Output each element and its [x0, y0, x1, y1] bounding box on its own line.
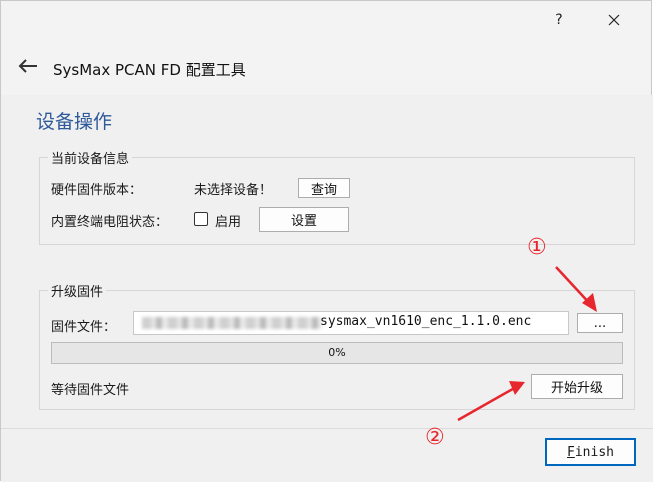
upgrade-progress-bar: 0% [51, 342, 623, 364]
firmware-upgrade-group: 升级固件 固件文件： sysmax_vn1610_enc_1.1.0.enc .… [39, 281, 635, 410]
firmware-file-input[interactable]: sysmax_vn1610_enc_1.1.0.enc [133, 311, 569, 335]
close-icon [608, 14, 620, 26]
page-content: 设备操作 当前设备信息 硬件固件版本： 未选择设备！ 查询 内置终端电阻状态： … [1, 95, 653, 428]
back-button[interactable] [17, 57, 41, 77]
firmware-file-label: 固件文件： [51, 320, 117, 335]
firmware-version-label: 硬件固件版本： [51, 183, 143, 198]
termination-status-label: 内置终端电阻状态： [51, 215, 169, 230]
redacted-path [142, 317, 322, 329]
finish-label: inish [574, 444, 614, 460]
wizard-footer: Finish [1, 428, 653, 482]
page-heading: 设备操作 [36, 111, 113, 133]
finish-button[interactable]: Finish [545, 438, 636, 466]
progress-text: 0% [328, 346, 346, 359]
close-button[interactable] [591, 1, 637, 39]
back-arrow-icon [18, 59, 37, 73]
annotation-marker-1: ① [527, 235, 547, 260]
device-info-group: 当前设备信息 硬件固件版本： 未选择设备！ 查询 内置终端电阻状态： 启用 设置 [39, 148, 635, 245]
enable-checkbox[interactable] [194, 212, 208, 226]
browse-button[interactable]: ... [577, 313, 623, 333]
wizard-header: SysMax PCAN FD 配置工具 [1, 39, 653, 95]
firmware-version-value: 未选择设备！ [194, 183, 273, 198]
finish-mnemonic: F [567, 444, 575, 460]
upgrade-status-text: 等待固件文件 [51, 383, 130, 398]
help-button[interactable]: ? [536, 1, 582, 39]
annotation-marker-2: ② [425, 425, 445, 450]
start-upgrade-button[interactable]: 开始升级 [531, 374, 623, 399]
enable-checkbox-label: 启用 [215, 215, 242, 230]
firmware-upgrade-group-title: 升级固件 [48, 281, 107, 300]
firmware-file-value: sysmax_vn1610_enc_1.1.0.enc [320, 314, 532, 329]
device-info-group-title: 当前设备信息 [48, 148, 133, 167]
settings-button[interactable]: 设置 [259, 207, 349, 232]
dialog-window: ? SysMax PCAN FD 配置工具 设备操作 当前设备信息 硬件固件版本… [0, 0, 653, 482]
query-button[interactable]: 查询 [298, 178, 350, 198]
title-bar: ? [1, 1, 653, 39]
app-title: SysMax PCAN FD 配置工具 [53, 61, 246, 79]
